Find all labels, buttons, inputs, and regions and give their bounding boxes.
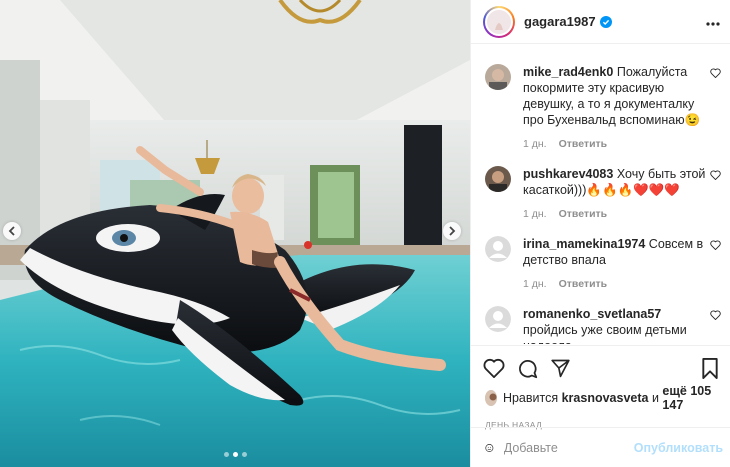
comment-item: romanenko_svetlana57 пройдись уже своим … — [485, 306, 721, 344]
share-paper-plane-icon[interactable] — [550, 358, 571, 378]
comment-item: irina_mamekina1974 Совсем в детство впал… — [485, 236, 721, 306]
likes-summary: Нравится krasnovasveta и ещё 105 147 — [471, 384, 730, 412]
post-photo[interactable] — [0, 0, 470, 467]
chevron-left-icon — [8, 226, 15, 236]
action-icons-row — [471, 346, 730, 382]
comment-age[interactable]: 1 дн. — [523, 206, 547, 222]
heart-icon[interactable] — [710, 310, 721, 320]
heart-icon[interactable] — [710, 170, 721, 180]
photo-scene — [0, 0, 470, 467]
comment-username[interactable]: mike_rad4enk0 — [523, 65, 613, 79]
author-username[interactable]: gagara1987 — [524, 14, 596, 29]
comment-username[interactable]: romanenko_svetlana57 — [523, 307, 661, 321]
post-actions: Нравится krasnovasveta и ещё 105 147 ДЕН… — [471, 345, 730, 467]
comment-composer: Опубликовать — [471, 427, 730, 467]
verified-badge-icon — [599, 15, 612, 28]
more-horizontal-icon — [706, 21, 720, 26]
liker-username[interactable]: krasnovasveta — [562, 391, 649, 405]
comment-item: mike_rad4enk0 Пожалуйста покормите эту к… — [485, 64, 721, 166]
carousel-dots — [0, 452, 470, 457]
comment-item: pushkarev4083 Хочу быть этой касаткой)))… — [485, 166, 721, 236]
post-side-panel: gagara1987 mike_rad4enk0 Пожалуйста поко… — [470, 0, 730, 467]
reply-button[interactable]: Ответить — [559, 136, 608, 152]
author-avatar[interactable] — [483, 5, 515, 38]
carousel-dot — [241, 452, 247, 457]
carousel-dot — [232, 452, 238, 457]
more-options-button[interactable] — [706, 13, 720, 31]
emoji-icon[interactable] — [485, 438, 494, 458]
carousel-prev-button[interactable] — [3, 222, 21, 240]
reply-button[interactable]: Ответить — [559, 276, 608, 292]
comment-text: пройдись уже своим детьми надоела — [523, 323, 687, 344]
comment-age[interactable]: 1 дн. — [523, 276, 547, 292]
comment-username[interactable]: irina_mamekina1974 — [523, 237, 645, 251]
bookmark-icon[interactable] — [701, 357, 719, 379]
carousel-next-button[interactable] — [443, 222, 461, 240]
comment-avatar[interactable] — [485, 64, 511, 90]
chevron-right-icon — [449, 226, 456, 236]
carousel-dot — [223, 452, 229, 457]
publish-button[interactable]: Опубликовать — [634, 441, 723, 455]
post-header: gagara1987 — [471, 0, 730, 44]
heart-icon[interactable] — [710, 68, 721, 78]
likes-prefix: Нравится — [502, 391, 559, 405]
comments-list[interactable]: mike_rad4enk0 Пожалуйста покормите эту к… — [471, 50, 730, 344]
comment-age[interactable]: 1 дн. — [523, 136, 547, 152]
likes-count[interactable]: ещё 105 147 — [662, 384, 717, 412]
liker-avatar[interactable] — [485, 390, 497, 406]
reply-button[interactable]: Ответить — [559, 206, 608, 222]
like-heart-icon[interactable] — [483, 358, 505, 378]
comment-avatar[interactable] — [485, 306, 511, 332]
comment-bubble-icon[interactable] — [517, 358, 538, 379]
comment-avatar[interactable] — [485, 166, 511, 192]
comment-input[interactable] — [503, 440, 634, 455]
comment-username[interactable]: pushkarev4083 — [523, 167, 613, 181]
comment-avatar[interactable] — [485, 236, 511, 262]
heart-icon[interactable] — [710, 240, 721, 250]
likes-connector: и — [651, 391, 659, 405]
